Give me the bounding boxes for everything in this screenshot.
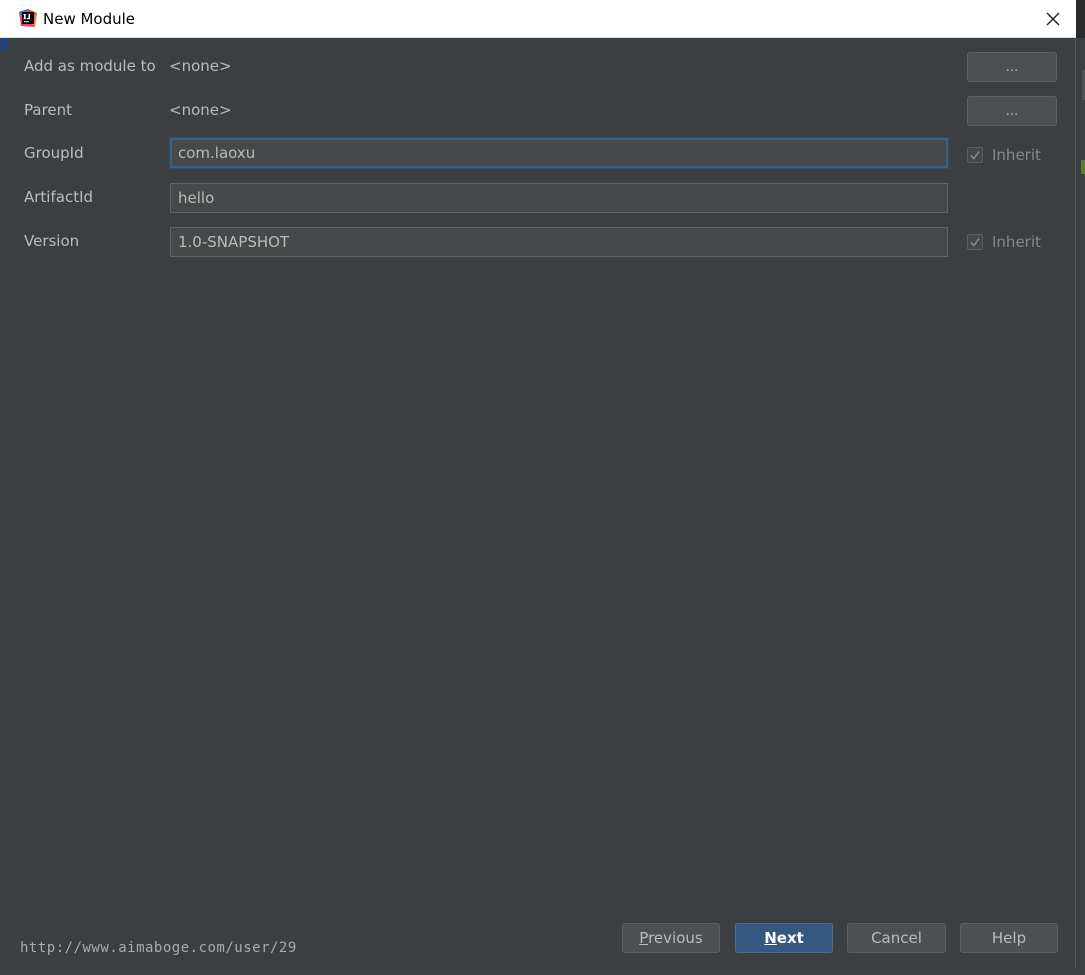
close-icon: [1046, 12, 1060, 26]
version-label: Version: [24, 232, 80, 250]
close-button[interactable]: [1040, 6, 1066, 32]
group-id-inherit-label: Inherit: [992, 146, 1041, 164]
dialog-title: New Module: [43, 10, 136, 28]
cancel-button[interactable]: Cancel: [847, 923, 946, 953]
next-button[interactable]: Next: [735, 923, 833, 953]
previous-mnemonic: P: [639, 929, 649, 947]
group-id-label: GroupId: [24, 144, 84, 162]
parent-label: Parent: [24, 101, 73, 119]
add-as-module-label: Add as module to: [24, 57, 156, 75]
screen: New Module Add as module to <none> ... P…: [0, 0, 1085, 975]
version-inherit-checkbox[interactable]: [967, 234, 983, 250]
group-id-inherit-checkbox[interactable]: [967, 147, 983, 163]
next-mnemonic: N: [764, 929, 777, 947]
background-ide-marker: [1081, 160, 1085, 174]
add-as-module-browse-button[interactable]: ...: [967, 52, 1057, 82]
watermark-url: http://www.aimaboge.com/user/29: [20, 940, 297, 956]
version-inherit-label: Inherit: [992, 233, 1041, 251]
next-label: ext: [776, 929, 804, 947]
version-inherit[interactable]: Inherit: [967, 232, 1041, 252]
background-ide-right-panel: [1076, 38, 1085, 975]
artifact-id-input[interactable]: [170, 183, 948, 213]
version-input[interactable]: [170, 227, 948, 257]
background-ide-left-panel: [0, 38, 9, 975]
checkmark-icon: [970, 238, 980, 247]
previous-button[interactable]: Previous: [622, 923, 720, 953]
artifact-id-label: ArtifactId: [24, 188, 94, 206]
add-as-module-value: <none>: [169, 57, 232, 75]
help-button[interactable]: Help: [960, 923, 1058, 953]
parent-browse-button[interactable]: ...: [967, 96, 1057, 126]
new-module-dialog: New Module Add as module to <none> ... P…: [0, 0, 1076, 968]
intellij-idea-icon: [19, 9, 37, 27]
group-id-input[interactable]: [170, 138, 948, 168]
dialog-titlebar: New Module: [0, 0, 1076, 38]
group-id-inherit[interactable]: Inherit: [967, 145, 1041, 165]
previous-label: revious: [648, 929, 703, 947]
checkmark-icon: [970, 151, 980, 160]
parent-value: <none>: [169, 101, 232, 119]
